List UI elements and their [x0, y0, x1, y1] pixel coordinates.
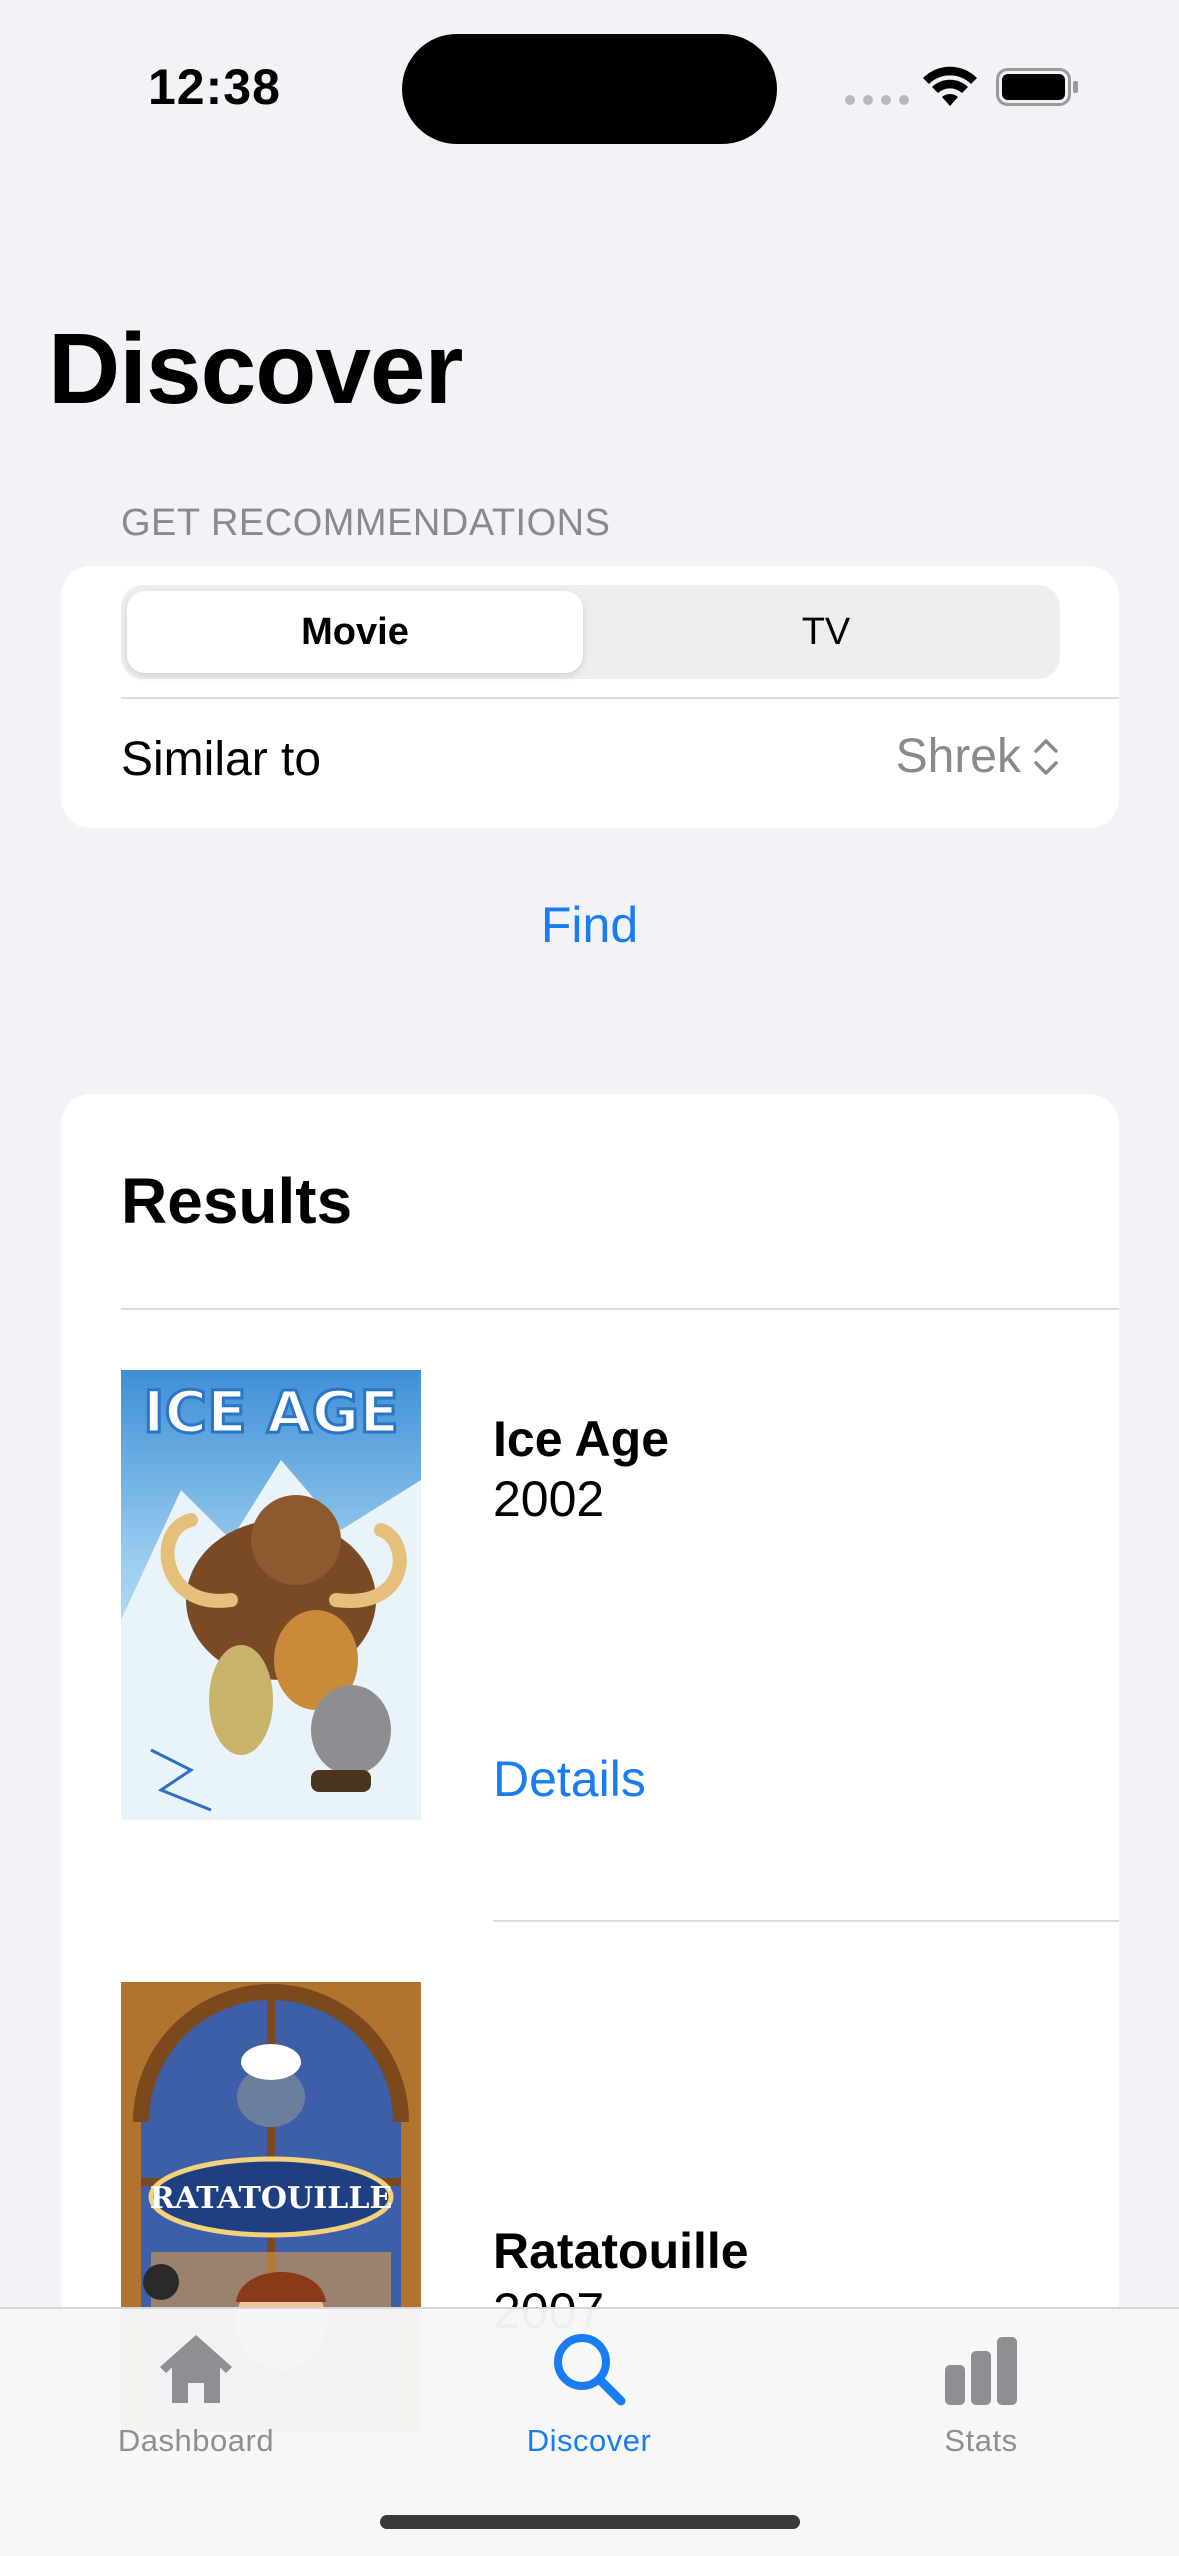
segment-tv[interactable]: TV: [598, 591, 1054, 673]
home-indicator: [380, 2515, 800, 2529]
status-time: 12:38: [148, 59, 281, 115]
similar-to-label: Similar to: [121, 733, 322, 786]
tab-label: Discover: [526, 2423, 652, 2458]
tab-discover[interactable]: Discover: [459, 2329, 719, 2459]
cellular-signal-icon: [845, 95, 909, 105]
divider: [121, 697, 1119, 699]
poster-title-text: ICE AGE: [143, 1378, 399, 1446]
tab-stats[interactable]: Stats: [851, 2329, 1111, 2459]
divider: [493, 1920, 1119, 1922]
similar-to-picker[interactable]: Shrek: [896, 729, 1059, 784]
chevron-up-down-icon: [1034, 738, 1058, 775]
recommendations-card: Movie TV Similar to Shrek: [61, 566, 1119, 828]
tab-label: Dashboard: [117, 2423, 275, 2458]
poster-image: ICE AGE: [121, 1370, 421, 1820]
divider: [121, 1308, 1119, 1310]
discover-screen: 12:38 Discover GET RECOMMENDATIONS Movie…: [0, 0, 1179, 2556]
battery-icon: [996, 68, 1078, 106]
type-segmented-control: Movie TV: [121, 585, 1060, 679]
details-link[interactable]: Details: [493, 1750, 646, 1808]
poster-title-text: RATATOUILLE: [150, 2181, 393, 2216]
movie-title: Ratatouille: [493, 2223, 749, 2279]
wifi-icon: [923, 66, 977, 106]
similar-to-value: Shrek: [895, 730, 1021, 783]
tab-label: Stats: [944, 2423, 1018, 2458]
results-title: Results: [121, 1165, 353, 1237]
segment-movie[interactable]: Movie: [127, 591, 583, 673]
magnifier-icon: [554, 2334, 626, 2406]
dynamic-island: [402, 34, 777, 144]
bar-chart-icon: [945, 2337, 1017, 2405]
movie-year: 2002: [493, 1471, 605, 1527]
poster-ice-age: ICE AGE: [121, 1370, 421, 1820]
tab-dashboard[interactable]: Dashboard: [66, 2329, 326, 2459]
section-header-recommendations: GET RECOMMENDATIONS: [121, 502, 611, 544]
house-icon: [160, 2335, 232, 2403]
find-button[interactable]: Find: [0, 896, 1179, 954]
page-title: Discover: [48, 313, 463, 425]
movie-title: Ice Age: [493, 1411, 670, 1467]
